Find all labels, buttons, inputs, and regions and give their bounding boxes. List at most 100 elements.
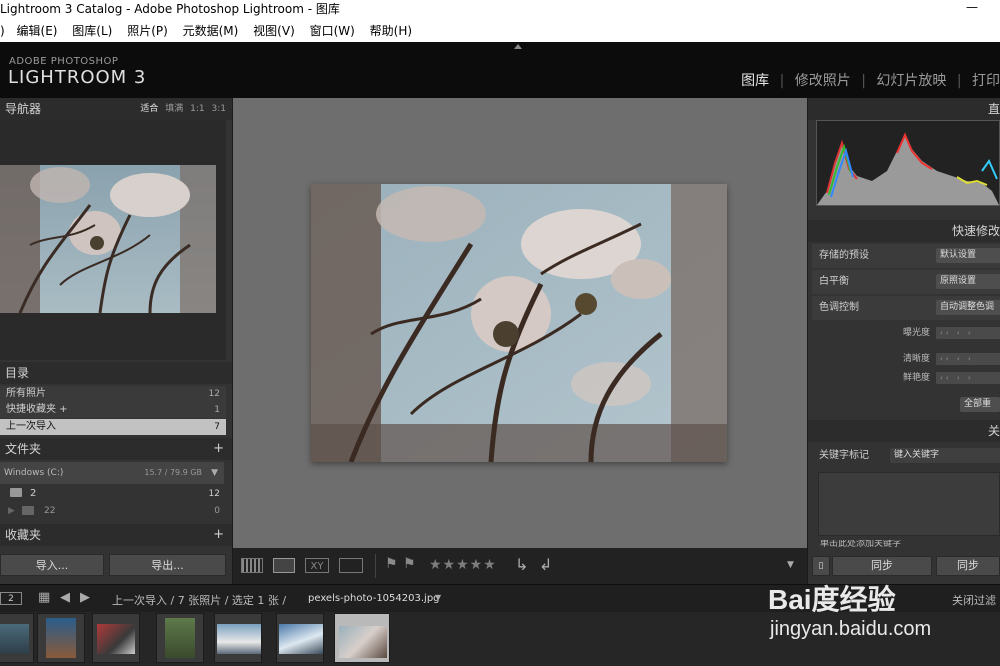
folder-item[interactable]: ▶ 22 0 [0, 503, 226, 519]
flag-icon[interactable]: ⚑ [385, 556, 398, 572]
zoom-fit[interactable]: 适合 [140, 104, 158, 114]
vibrance-stepper[interactable]: ‹‹ ‹ › [936, 372, 1000, 384]
catalog-row-count: 1 [214, 405, 220, 415]
add-folder-icon[interactable]: + [213, 438, 224, 460]
filmstrip-source[interactable]: 上一次导入 / 7 张照片 / 选定 1 张 / [112, 592, 286, 608]
window-title: Lightroom 3 Catalog - Adobe Photoshop Li… [0, 2, 340, 16]
keyword-textarea[interactable] [818, 472, 1000, 536]
menu-window[interactable]: 窗口(W) [310, 24, 355, 38]
loupe-view[interactable] [233, 98, 807, 548]
minimize-icon[interactable]: — [962, 0, 982, 18]
rotate-left-icon[interactable]: ↳ [515, 555, 528, 574]
menu-view[interactable]: 视图(V) [253, 24, 295, 38]
menu-bar: ) 编辑(E) 图库(L) 照片(P) 元数据(M) 视图(V) 窗口(W) 帮… [0, 20, 1000, 42]
auto-tone-button[interactable]: 自动调整色调 [936, 300, 1000, 315]
saved-preset-select[interactable]: 默认设置 [936, 248, 1000, 263]
filename-dropdown-icon[interactable]: ▼ [435, 593, 441, 602]
forward-arrow-icon[interactable]: ▶ [80, 590, 90, 605]
expand-triangle-icon[interactable]: ▶ [8, 503, 15, 519]
back-arrow-icon[interactable]: ◀ [60, 590, 70, 605]
filter-off-button[interactable]: 关闭过滤 [952, 592, 996, 608]
reset-all-button[interactable]: 全部重 [960, 397, 1000, 412]
clarity-row: 清晰度 ‹‹ ‹ › [812, 350, 1000, 368]
exposure-row: 曝光度 ‹‹ ‹ › [812, 324, 1000, 342]
folder-missing-icon [22, 506, 34, 515]
white-balance-label: 白平衡 [819, 276, 849, 287]
filmstrip-thumbnail[interactable] [156, 613, 204, 663]
catalog-row-quick-collection[interactable]: 快捷收藏夹 + 1 [0, 402, 226, 418]
zoom-3-1[interactable]: 3:1 [212, 104, 226, 114]
quick-develop-header[interactable]: 快速修改 [808, 220, 1000, 242]
filmstrip-thumbnail[interactable] [214, 613, 262, 663]
histogram-title: 直 [987, 102, 1000, 116]
navigator-photo [0, 165, 216, 313]
zoom-1-1[interactable]: 1:1 [190, 104, 204, 114]
module-print[interactable]: 打印 [972, 73, 1000, 89]
sync-metadata-button[interactable]: 同步 [832, 556, 932, 576]
watermark-brand: Bai度经验 [768, 584, 896, 615]
filmstrip-filename[interactable]: pexels-photo-1054203.jpg [308, 593, 440, 604]
collections-header[interactable]: 收藏夹 + [0, 524, 232, 546]
compare-view-icon[interactable]: XY [305, 558, 329, 573]
navigator-zoom-options: 适合 填满 1:1 3:1 [140, 98, 226, 120]
add-collection-icon[interactable]: + [213, 524, 224, 546]
vibrance-label: 鲜艳度 [902, 373, 930, 383]
module-slideshow[interactable]: 幻灯片放映 [876, 73, 946, 89]
folder-count: 0 [214, 506, 220, 516]
sync-settings-button[interactable]: 同步 [936, 556, 1000, 576]
module-develop[interactable]: 修改照片 [795, 73, 851, 89]
loupe-view-icon[interactable] [273, 558, 295, 573]
keyword-tags-label: 关键字标记 [819, 450, 869, 461]
catalog-row-all-photos[interactable]: 所有照片 12 [0, 386, 226, 402]
catalog-title: 目录 [5, 366, 30, 380]
volume-space: 15.7 / 79.9 GB [144, 468, 202, 477]
secondary-window-toggle[interactable]: 2 [0, 592, 22, 605]
menu-library[interactable]: 图库(L) [72, 24, 112, 38]
histogram-graph [817, 132, 999, 205]
rotate-right-icon[interactable]: ↲ [539, 555, 552, 574]
collapse-top-panel-icon[interactable] [514, 44, 522, 49]
catalog-row-previous-import[interactable]: 上一次导入 7 [0, 419, 226, 435]
white-balance-select[interactable]: 原照设置 [936, 274, 1000, 289]
exposure-stepper[interactable]: ‹‹ ‹ › [936, 327, 1000, 339]
module-separator: | [779, 73, 785, 89]
survey-view-icon[interactable] [339, 558, 363, 573]
folders-header[interactable]: 文件夹 + [0, 438, 232, 460]
import-button[interactable]: 导入... [0, 554, 104, 576]
export-button[interactable]: 导出... [109, 554, 226, 576]
grid-view-icon[interactable] [241, 558, 263, 573]
catalog-row-label: 所有照片 [6, 388, 46, 399]
zoom-fill[interactable]: 填满 [165, 104, 183, 114]
collections-title: 收藏夹 [5, 528, 42, 542]
clarity-stepper[interactable]: ‹‹ ‹ › [936, 353, 1000, 365]
menu-help[interactable]: 帮助(H) [370, 24, 412, 38]
vibrance-row: 鲜艳度 ‹‹ ‹ › [812, 369, 1000, 387]
keywording-header[interactable]: 关 [808, 420, 1000, 442]
reject-flag-icon[interactable]: ⚑ [403, 556, 416, 572]
filmstrip-thumbnail-selected[interactable] [334, 613, 390, 663]
volume-bar[interactable]: Windows (C:) 15.7 / 79.9 GB ▼ [0, 462, 224, 484]
toolbar-divider [375, 554, 376, 578]
sync-toggle-icon[interactable]: ▯ [812, 556, 830, 576]
keyword-tags-select[interactable]: 键入关键字 [890, 448, 1000, 463]
module-library[interactable]: 图库 [741, 73, 769, 89]
filmstrip-thumbnail[interactable] [37, 613, 85, 663]
folder-item[interactable]: 2 12 [0, 486, 226, 502]
volume-toggle-icon[interactable]: ▼ [211, 462, 218, 484]
menu-photo[interactable]: 照片(P) [127, 24, 168, 38]
keywording-title: 关 [987, 424, 1000, 438]
menu-metadata[interactable]: 元数据(M) [183, 24, 239, 38]
catalog-header[interactable]: 目录 [0, 362, 232, 384]
histogram-header[interactable]: 直 [808, 98, 1000, 120]
toolbar-menu-icon[interactable]: ▼ [787, 560, 794, 570]
filmstrip-thumbnail[interactable] [276, 613, 324, 663]
watermark-url: jingyan.baidu.com [770, 618, 932, 640]
module-separator: | [956, 73, 962, 89]
rating-stars[interactable]: ★★★★★ [429, 557, 497, 573]
menu-edit[interactable]: 编辑(E) [17, 24, 58, 38]
filmstrip-thumbnail[interactable] [0, 613, 34, 663]
filmstrip-thumbnail[interactable] [92, 613, 140, 663]
navigator-preview[interactable] [0, 120, 226, 360]
grid-icon[interactable]: ▦ [38, 590, 50, 605]
navigator-header[interactable]: 导航器 适合 填满 1:1 3:1 [0, 98, 232, 120]
